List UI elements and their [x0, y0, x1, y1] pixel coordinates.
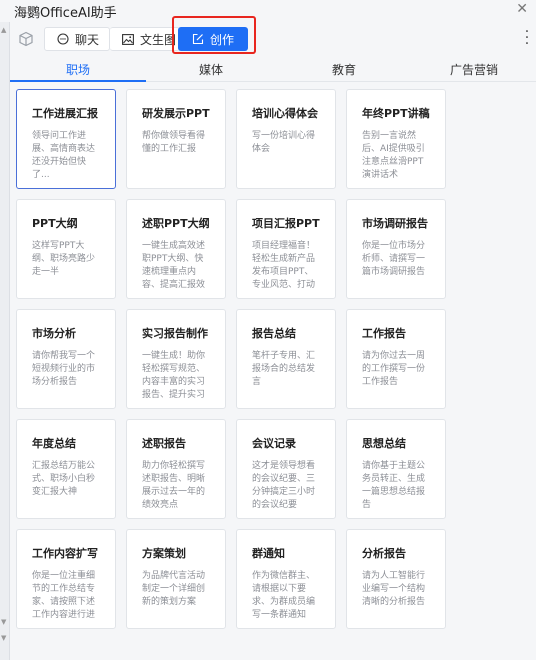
- cube-icon[interactable]: [18, 31, 34, 47]
- text-to-image-mode-label: 文生图: [140, 32, 177, 47]
- mode-bar: 聊天 文生图 创作 · · ·: [10, 16, 536, 54]
- tab-advertising[interactable]: 广告营销: [412, 61, 536, 78]
- card-description: 助力你轻松撰写述职报告、明晰展示过去一年的绩效亮点: [142, 461, 206, 510]
- template-card[interactable]: 年度总结汇报总结万能公式、职场小白秒变汇报大神: [16, 419, 116, 519]
- card-description: 帮你做领导看得懂的工作汇报: [142, 131, 206, 154]
- card-title: 年终PPT讲稿: [362, 107, 430, 120]
- template-card[interactable]: 报告总结笔杆子专用、汇报场合的总结发言: [236, 309, 336, 409]
- card-title: 述职PPT大纲: [142, 217, 210, 230]
- card-title: PPT大纲: [32, 217, 78, 230]
- card-description: 作为微信群主、请根据以下要求、为群成员编写一条群通知: [252, 571, 316, 620]
- card-title: 报告总结: [252, 327, 296, 340]
- template-card[interactable]: 群通知作为微信群主、请根据以下要求、为群成员编写一条群通知: [236, 529, 336, 629]
- template-card[interactable]: 培训心得体会写一份培训心得体会: [236, 89, 336, 189]
- card-description: 这样写PPT大纲、职场亮路少走一半: [32, 241, 96, 277]
- card-description: 你是一位市场分析师、请撰写一篇市场调研报告: [362, 241, 426, 277]
- create-mode-label: 创作: [210, 32, 235, 47]
- card-description: 为品牌代言活动制定一个详细创新的策划方案: [142, 571, 206, 607]
- tab-media[interactable]: 媒体: [146, 61, 276, 78]
- category-tabs: 职场 媒体 教育 广告营销: [10, 56, 536, 82]
- card-title: 实习报告制作: [142, 327, 208, 340]
- scroll-down-arrow-icon-2[interactable]: ▼: [1, 634, 6, 642]
- card-description: 一键生成高效述职PPT大纲、快速梳理重点内容、提高汇报效: [142, 241, 206, 290]
- card-description: 一键生成！助你轻松撰写规范、内容丰富的实习报告、提升实习: [142, 351, 206, 400]
- card-description: 告别一言说然后、AI提供吸引注意点丝滑PPT演讲话术: [362, 131, 425, 180]
- chat-mode-label: 聊天: [75, 32, 100, 47]
- text-to-image-mode-button[interactable]: 文生图: [110, 27, 180, 51]
- template-card[interactable]: 研发展示PPT 帮你做领导看得懂的工作汇报: [126, 89, 226, 189]
- chat-mode-button[interactable]: 聊天: [44, 27, 110, 51]
- close-icon[interactable]: ✕: [516, 1, 528, 17]
- template-card[interactable]: 会议记录这才是领导想看的会议纪要、三分钟搞定三小时的会议纪要: [236, 419, 336, 519]
- card-title: 群通知: [252, 547, 285, 560]
- card-title: 市场分析: [32, 327, 76, 340]
- card-description: 这才是领导想看的会议纪要、三分钟搞定三小时的会议纪要: [252, 461, 316, 510]
- card-description: 领导问工作进展、高情商表达还没开始但快了...: [32, 131, 96, 180]
- more-options-icon[interactable]: · · ·: [524, 25, 530, 51]
- card-title: 思想总结: [362, 437, 406, 450]
- card-description: 你是一位注重细节的工作总结专家、请按照下述工作内容进行进细: [32, 571, 96, 620]
- card-title: 市场调研报告: [362, 217, 428, 230]
- card-title: 研发展示PPT: [142, 107, 210, 120]
- card-description: 请为人工智能行业编写一个结构清晰的分析报告: [362, 571, 426, 607]
- template-card[interactable]: PPT大纲这样写PPT大纲、职场亮路少走一半: [16, 199, 116, 299]
- template-card[interactable]: 年终PPT讲稿告别一言说然后、AI提供吸引注意点丝滑PPT演讲话术: [346, 89, 446, 189]
- edit-icon: [192, 33, 204, 45]
- template-card[interactable]: 述职报告助力你轻松撰写述职报告、明晰展示过去一年的绩效亮点: [126, 419, 226, 519]
- scroll-up-arrow-icon[interactable]: ▲: [1, 26, 6, 34]
- tab-workplace[interactable]: 职场: [10, 61, 146, 78]
- card-title: 年度总结: [32, 437, 76, 450]
- scroll-down-arrow-icon[interactable]: ▼: [1, 618, 6, 626]
- template-card[interactable]: 实习报告制作一键生成！助你轻松撰写规范、内容丰富的实习报告、提升实习: [126, 309, 226, 409]
- card-title: 会议记录: [252, 437, 296, 450]
- card-description: 请你基于主题公务员转正、生成一篇思想总结报告: [362, 461, 426, 510]
- template-card[interactable]: 市场调研报告你是一位市场分析师、请撰写一篇市场调研报告: [346, 199, 446, 299]
- card-description: 写一份培训心得体会: [252, 131, 316, 154]
- app-title: 海鹦OfficeAI助手: [14, 6, 117, 21]
- template-card[interactable]: 方案策划为品牌代言活动制定一个详细创新的策划方案: [126, 529, 226, 629]
- template-card[interactable]: 市场分析请你帮我写一个短视频行业的市场分析报告: [16, 309, 116, 409]
- card-description: 项目经理福音！轻松生成新产品发布项目PPT、专业风范、打动: [252, 241, 316, 290]
- card-title: 工作报告: [362, 327, 406, 340]
- title-bar: 海鹦OfficeAI助手 ✕: [0, 0, 536, 22]
- card-title: 培训心得体会: [252, 107, 318, 120]
- card-title: 方案策划: [142, 547, 186, 560]
- template-card[interactable]: 项目汇报PPT 项目经理福音！轻松生成新产品发布项目PPT、专业风范、打动: [236, 199, 336, 299]
- card-title: 工作内容扩写: [32, 547, 98, 560]
- card-description: 汇报总结万能公式、职场小白秒变汇报大神: [32, 461, 96, 497]
- tab-education[interactable]: 教育: [276, 61, 412, 78]
- template-card[interactable]: 工作内容扩写你是一位注重细节的工作总结专家、请按照下述工作内容进行进细: [16, 529, 116, 629]
- template-card[interactable]: 思想总结请你基于主题公务员转正、生成一篇思想总结报告: [346, 419, 446, 519]
- template-card[interactable]: 述职PPT大纲一键生成高效述职PPT大纲、快速梳理重点内容、提高汇报效: [126, 199, 226, 299]
- active-tab-indicator: [10, 80, 146, 82]
- create-mode-button[interactable]: 创作: [178, 27, 248, 51]
- card-title: 分析报告: [362, 547, 406, 560]
- card-description: 请为你过去一周的工作撰写一份工作报告: [362, 351, 426, 387]
- card-description: 请你帮我写一个短视频行业的市场分析报告: [32, 351, 96, 387]
- chat-bubble-icon: [57, 33, 69, 45]
- image-icon: [122, 33, 134, 45]
- card-title: 工作进展汇报: [32, 107, 98, 120]
- card-title: 项目汇报PPT: [252, 217, 320, 230]
- template-card[interactable]: 工作进展汇报领导问工作进展、高情商表达还没开始但快了...: [16, 89, 116, 189]
- template-card[interactable]: 分析报告请为人工智能行业编写一个结构清晰的分析报告: [346, 529, 446, 629]
- card-description: 笔杆子专用、汇报场合的总结发言: [252, 351, 316, 387]
- card-title: 述职报告: [142, 437, 186, 450]
- left-edge-strip[interactable]: ▲ ▼ ▼: [0, 22, 10, 660]
- template-card[interactable]: 工作报告请为你过去一周的工作撰写一份工作报告: [346, 309, 446, 409]
